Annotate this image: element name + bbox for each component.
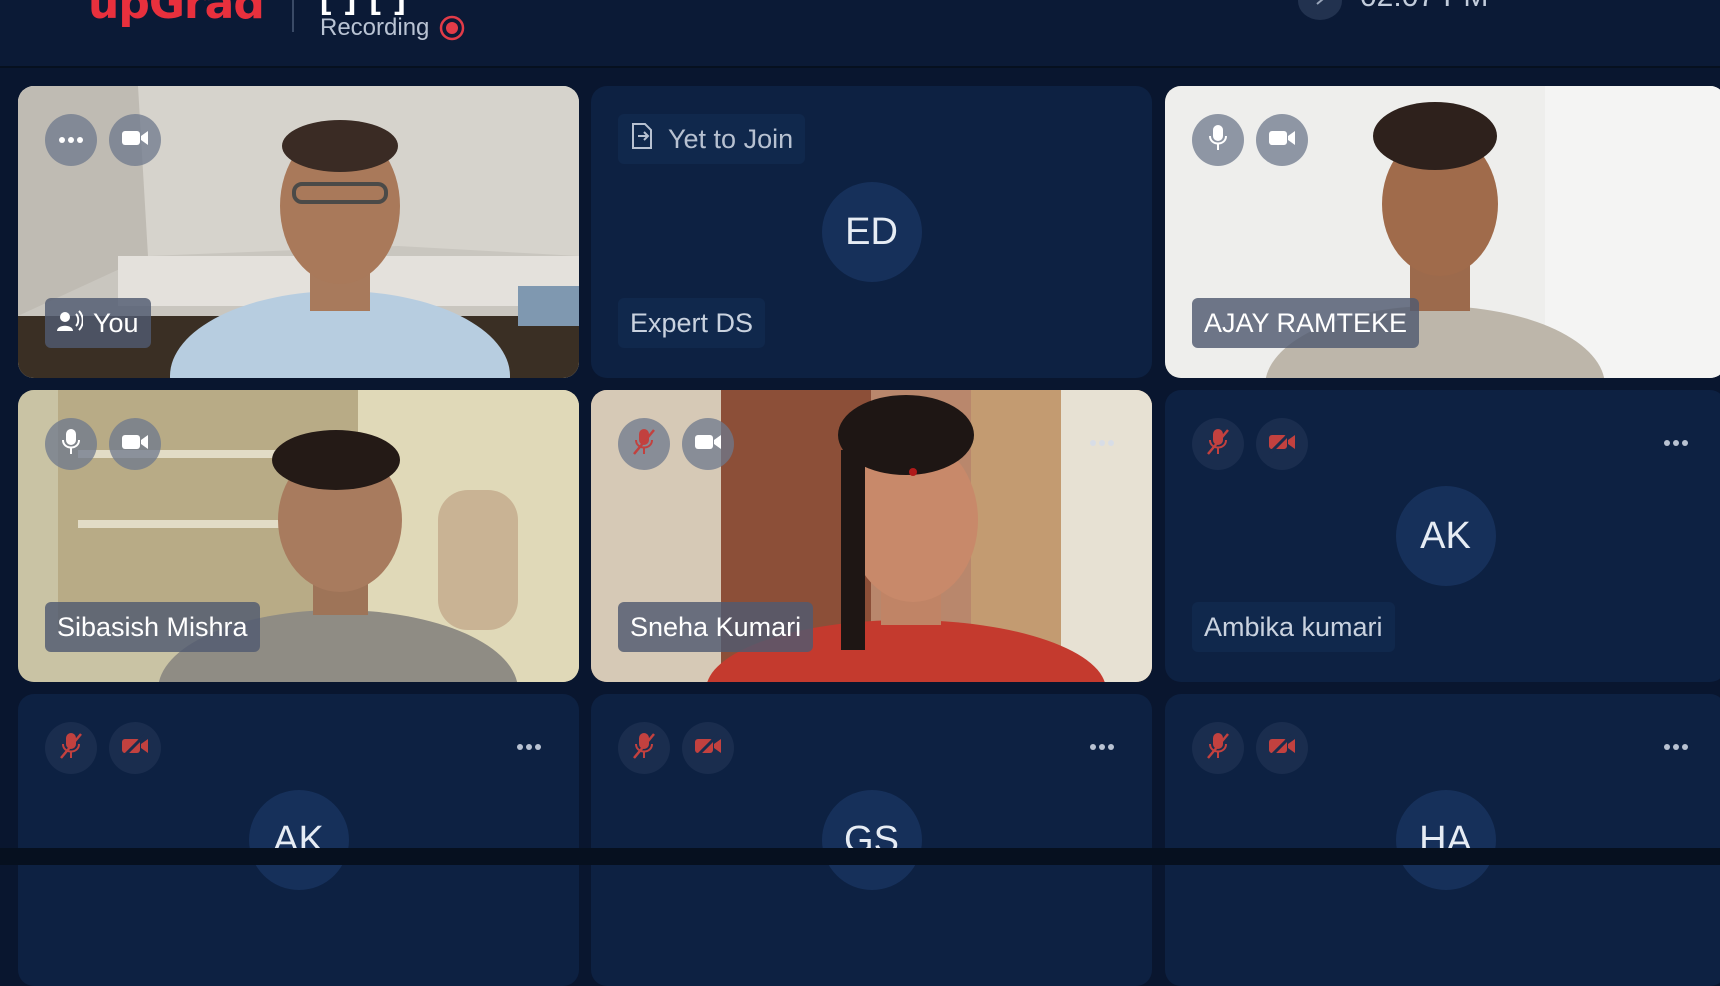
brand-logo: upGrad <box>88 0 265 29</box>
participant-name: Ambika kumari <box>1204 611 1383 642</box>
mic-off-icon <box>632 732 656 765</box>
chevron-right-icon <box>1313 0 1327 11</box>
mic-toggle[interactable] <box>1192 418 1244 470</box>
participant-name-tag: Sneha Kumari <box>618 602 814 652</box>
participant-tile-ambika-kumari[interactable]: AK Ambika kumari <box>1165 390 1720 682</box>
speaking-icon <box>57 308 84 339</box>
more-options-icon <box>516 727 542 758</box>
camera-off-icon <box>694 733 722 763</box>
mic-icon <box>1208 124 1228 157</box>
camera-toggle[interactable] <box>109 722 161 774</box>
top-bar: upGrad [ ] [ ] Recording 02:07 PM <box>0 0 1720 68</box>
participant-name-tag: Ambika kumari <box>1192 602 1395 652</box>
more-options-button[interactable] <box>1656 418 1696 458</box>
participant-tile-expert-ds[interactable]: Yet to Join ED Expert DS <box>591 86 1152 378</box>
more-options-button[interactable] <box>1082 418 1122 458</box>
more-options-icon <box>1089 727 1115 758</box>
mic-toggle[interactable] <box>618 722 670 774</box>
camera-toggle[interactable] <box>109 114 161 166</box>
avatar: AK <box>1395 486 1496 586</box>
yet-to-join-label: Yet to Join <box>668 123 794 154</box>
mic-off-icon <box>632 428 656 461</box>
bottom-bar <box>0 848 1720 865</box>
camera-icon <box>121 432 149 457</box>
mic-off-icon <box>59 732 83 765</box>
participant-name: AJAY RAMTEKE <box>1204 307 1408 338</box>
yet-to-join-badge: Yet to Join <box>618 114 806 164</box>
recording-label: Recording <box>320 14 430 41</box>
camera-toggle[interactable] <box>682 418 734 470</box>
participant-tile[interactable]: GS <box>591 694 1152 986</box>
more-options-icon <box>1663 423 1689 454</box>
avatar: AK <box>248 790 349 890</box>
participant-tile-you[interactable]: You <box>18 86 579 378</box>
clock-time: 02:07 PM <box>1360 0 1488 14</box>
participant-tile-ajay-ramteke[interactable]: AJAY RAMTEKE <box>1165 86 1720 378</box>
camera-toggle[interactable] <box>682 722 734 774</box>
camera-icon <box>694 432 722 457</box>
participant-name: You <box>93 307 139 338</box>
avatar: GS <box>821 790 922 890</box>
header-divider <box>292 0 294 32</box>
participant-tile-sibasish-mishra[interactable]: Sibasish Mishra <box>18 390 579 682</box>
mic-toggle[interactable] <box>618 418 670 470</box>
recording-status: Recording <box>320 14 465 42</box>
camera-off-icon <box>1268 429 1296 459</box>
participant-name-tag: AJAY RAMTEKE <box>1192 298 1420 348</box>
expand-button[interactable] <box>1298 0 1342 20</box>
more-options-button[interactable] <box>45 114 97 166</box>
participant-name-tag: Expert DS <box>618 298 766 348</box>
mic-icon <box>61 428 81 461</box>
mic-off-icon <box>1206 732 1230 765</box>
participant-name: Expert DS <box>630 307 754 338</box>
more-options-button[interactable] <box>1082 722 1122 762</box>
more-options-icon <box>58 131 84 149</box>
camera-icon <box>121 128 149 153</box>
participant-tile-sneha-kumari[interactable]: Sneha Kumari <box>591 390 1152 682</box>
participant-name: Sneha Kumari <box>630 611 802 642</box>
more-options-icon <box>1089 423 1115 454</box>
camera-toggle[interactable] <box>1256 418 1308 470</box>
avatar: ED <box>821 182 922 282</box>
participant-tile[interactable]: HA <box>1165 694 1720 986</box>
camera-toggle[interactable] <box>1256 114 1308 166</box>
mic-toggle[interactable] <box>1192 722 1244 774</box>
mic-off-icon <box>1206 428 1230 461</box>
avatar: HA <box>1395 790 1496 890</box>
camera-toggle[interactable] <box>1256 722 1308 774</box>
participant-name-tag: You <box>45 298 151 348</box>
recording-dot-icon <box>439 15 465 41</box>
mic-toggle[interactable] <box>45 418 97 470</box>
more-options-icon <box>1663 727 1689 758</box>
participant-name: Sibasish Mishra <box>57 611 248 642</box>
camera-icon <box>1268 128 1296 153</box>
mic-toggle[interactable] <box>1192 114 1244 166</box>
camera-toggle[interactable] <box>109 418 161 470</box>
yet-to-join-icon <box>630 122 654 157</box>
camera-off-icon <box>1268 733 1296 763</box>
mic-toggle[interactable] <box>45 722 97 774</box>
more-options-button[interactable] <box>509 722 549 762</box>
camera-off-icon <box>121 733 149 763</box>
participant-name-tag: Sibasish Mishra <box>45 602 260 652</box>
more-options-button[interactable] <box>1656 722 1696 762</box>
participant-tile[interactable]: AK <box>18 694 579 986</box>
